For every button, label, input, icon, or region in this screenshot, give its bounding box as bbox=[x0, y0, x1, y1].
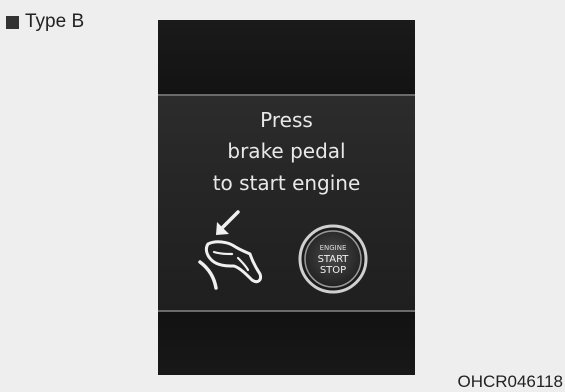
engine-start-stop-button-icon: ENGINE START STOP bbox=[297, 223, 369, 295]
button-line-3: STOP bbox=[320, 265, 346, 276]
message-line-3: to start engine bbox=[212, 171, 361, 195]
cluster-display: Press brake pedal to start engine ENGINE… bbox=[158, 20, 415, 375]
message-line-2: brake pedal bbox=[227, 139, 346, 163]
display-bottom-band bbox=[158, 313, 415, 375]
figure-code: OHCR046118 bbox=[457, 372, 563, 391]
button-line-2: START bbox=[318, 254, 350, 265]
type-label-text: Type B bbox=[25, 11, 85, 32]
message-panel: Press brake pedal to start engine ENGINE… bbox=[158, 94, 415, 312]
display-top-band bbox=[158, 20, 415, 93]
message-line-1: Press bbox=[260, 108, 313, 132]
type-label: Type B bbox=[6, 11, 84, 33]
bullet-square-icon bbox=[6, 15, 19, 29]
button-line-1: ENGINE bbox=[320, 244, 347, 252]
arrow-icon bbox=[216, 210, 240, 235]
brake-pedal-icon bbox=[198, 210, 262, 290]
